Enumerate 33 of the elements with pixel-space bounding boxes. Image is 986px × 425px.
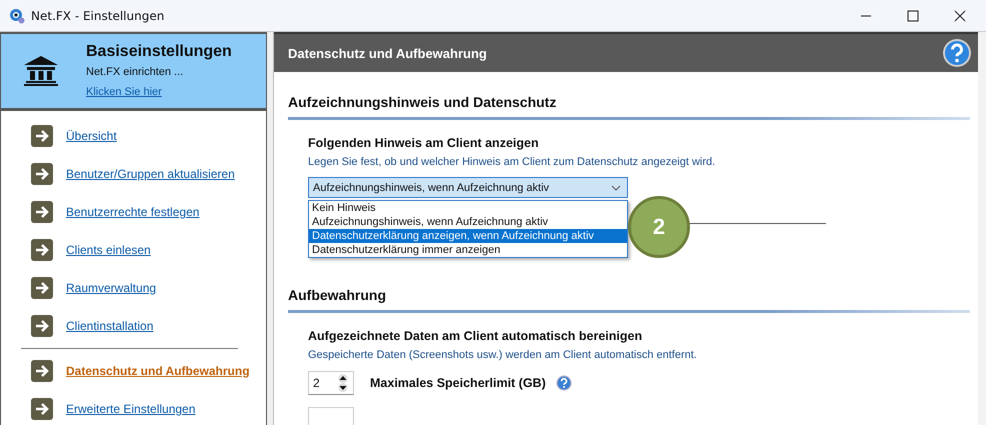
help-icon[interactable] <box>942 38 972 68</box>
app-icon <box>9 8 25 24</box>
number-spinner[interactable]: 2 <box>308 371 354 395</box>
dropdown-option[interactable]: Datenschutzerklärung immer anzeigen <box>309 243 627 257</box>
spinner-label: Maximales Speicherlimit (GB) <box>370 376 546 390</box>
group-title: Folgenden Hinweis am Client anzeigen <box>308 136 540 150</box>
close-icon[interactable] <box>954 10 966 22</box>
dropdown[interactable]: Aufzeichnungshinweis, wenn Aufzeichnung aktiv <box>308 177 628 198</box>
sidebar-link[interactable]: Clientinstallation <box>66 319 154 333</box>
click-here-link[interactable]: Klicken Sie hier <box>86 86 162 98</box>
help-icon[interactable] <box>556 375 572 391</box>
sidebar-link[interactable]: Benutzer/Gruppen aktualisieren <box>66 167 235 181</box>
section-heading: Aufbewahrung <box>288 286 387 305</box>
dropdown-option[interactable]: Aufzeichnungshinweis, wenn Aufzeichnung aktiv <box>309 215 627 229</box>
group-title: Aufgezeichnete Daten am Client automatisch bereinigen <box>308 329 644 343</box>
dropdown-option[interactable]: Kein Hinweis <box>309 201 627 215</box>
sidebar-link[interactable]: Clients einlesen <box>66 243 151 257</box>
building-icon <box>23 55 59 87</box>
section-heading: Aufzeichnungshinweis und Datenschutz <box>288 93 558 112</box>
sidebar-link[interactable]: Übersicht <box>66 129 117 143</box>
sidebar-title: Basiseinstellungen <box>86 42 232 60</box>
window-title: Net.FX - Einstellungen <box>31 8 164 22</box>
dropdown-option[interactable]: Datenschutzerklärung anzeigen, wenn Aufzeichnung aktiv <box>309 229 627 243</box>
sidebar-link[interactable]: Datenschutz und Aufbewahrung <box>66 364 250 378</box>
sidebar-link[interactable]: Erweiterte Einstellungen <box>66 402 196 416</box>
panel-title: Datenschutz und Aufbewahrung <box>288 46 487 60</box>
group-description: Legen Sie fest, ob und welcher Hinweis am Client zum Datenschutz angezeigt wird. <box>308 156 716 168</box>
sidebar-link[interactable]: Raumverwaltung <box>66 281 156 295</box>
sidebar-link[interactable]: Benutzerrechte festlegen <box>66 205 200 219</box>
sidebar-subtitle: Net.FX einrichten ... <box>86 66 184 78</box>
maximize-icon[interactable] <box>907 10 919 22</box>
chevron-down-icon[interactable] <box>611 184 621 190</box>
group-description: Gespeicherte Daten (Screenshots usw.) werden am Client automatisch entfernt. <box>308 349 698 361</box>
